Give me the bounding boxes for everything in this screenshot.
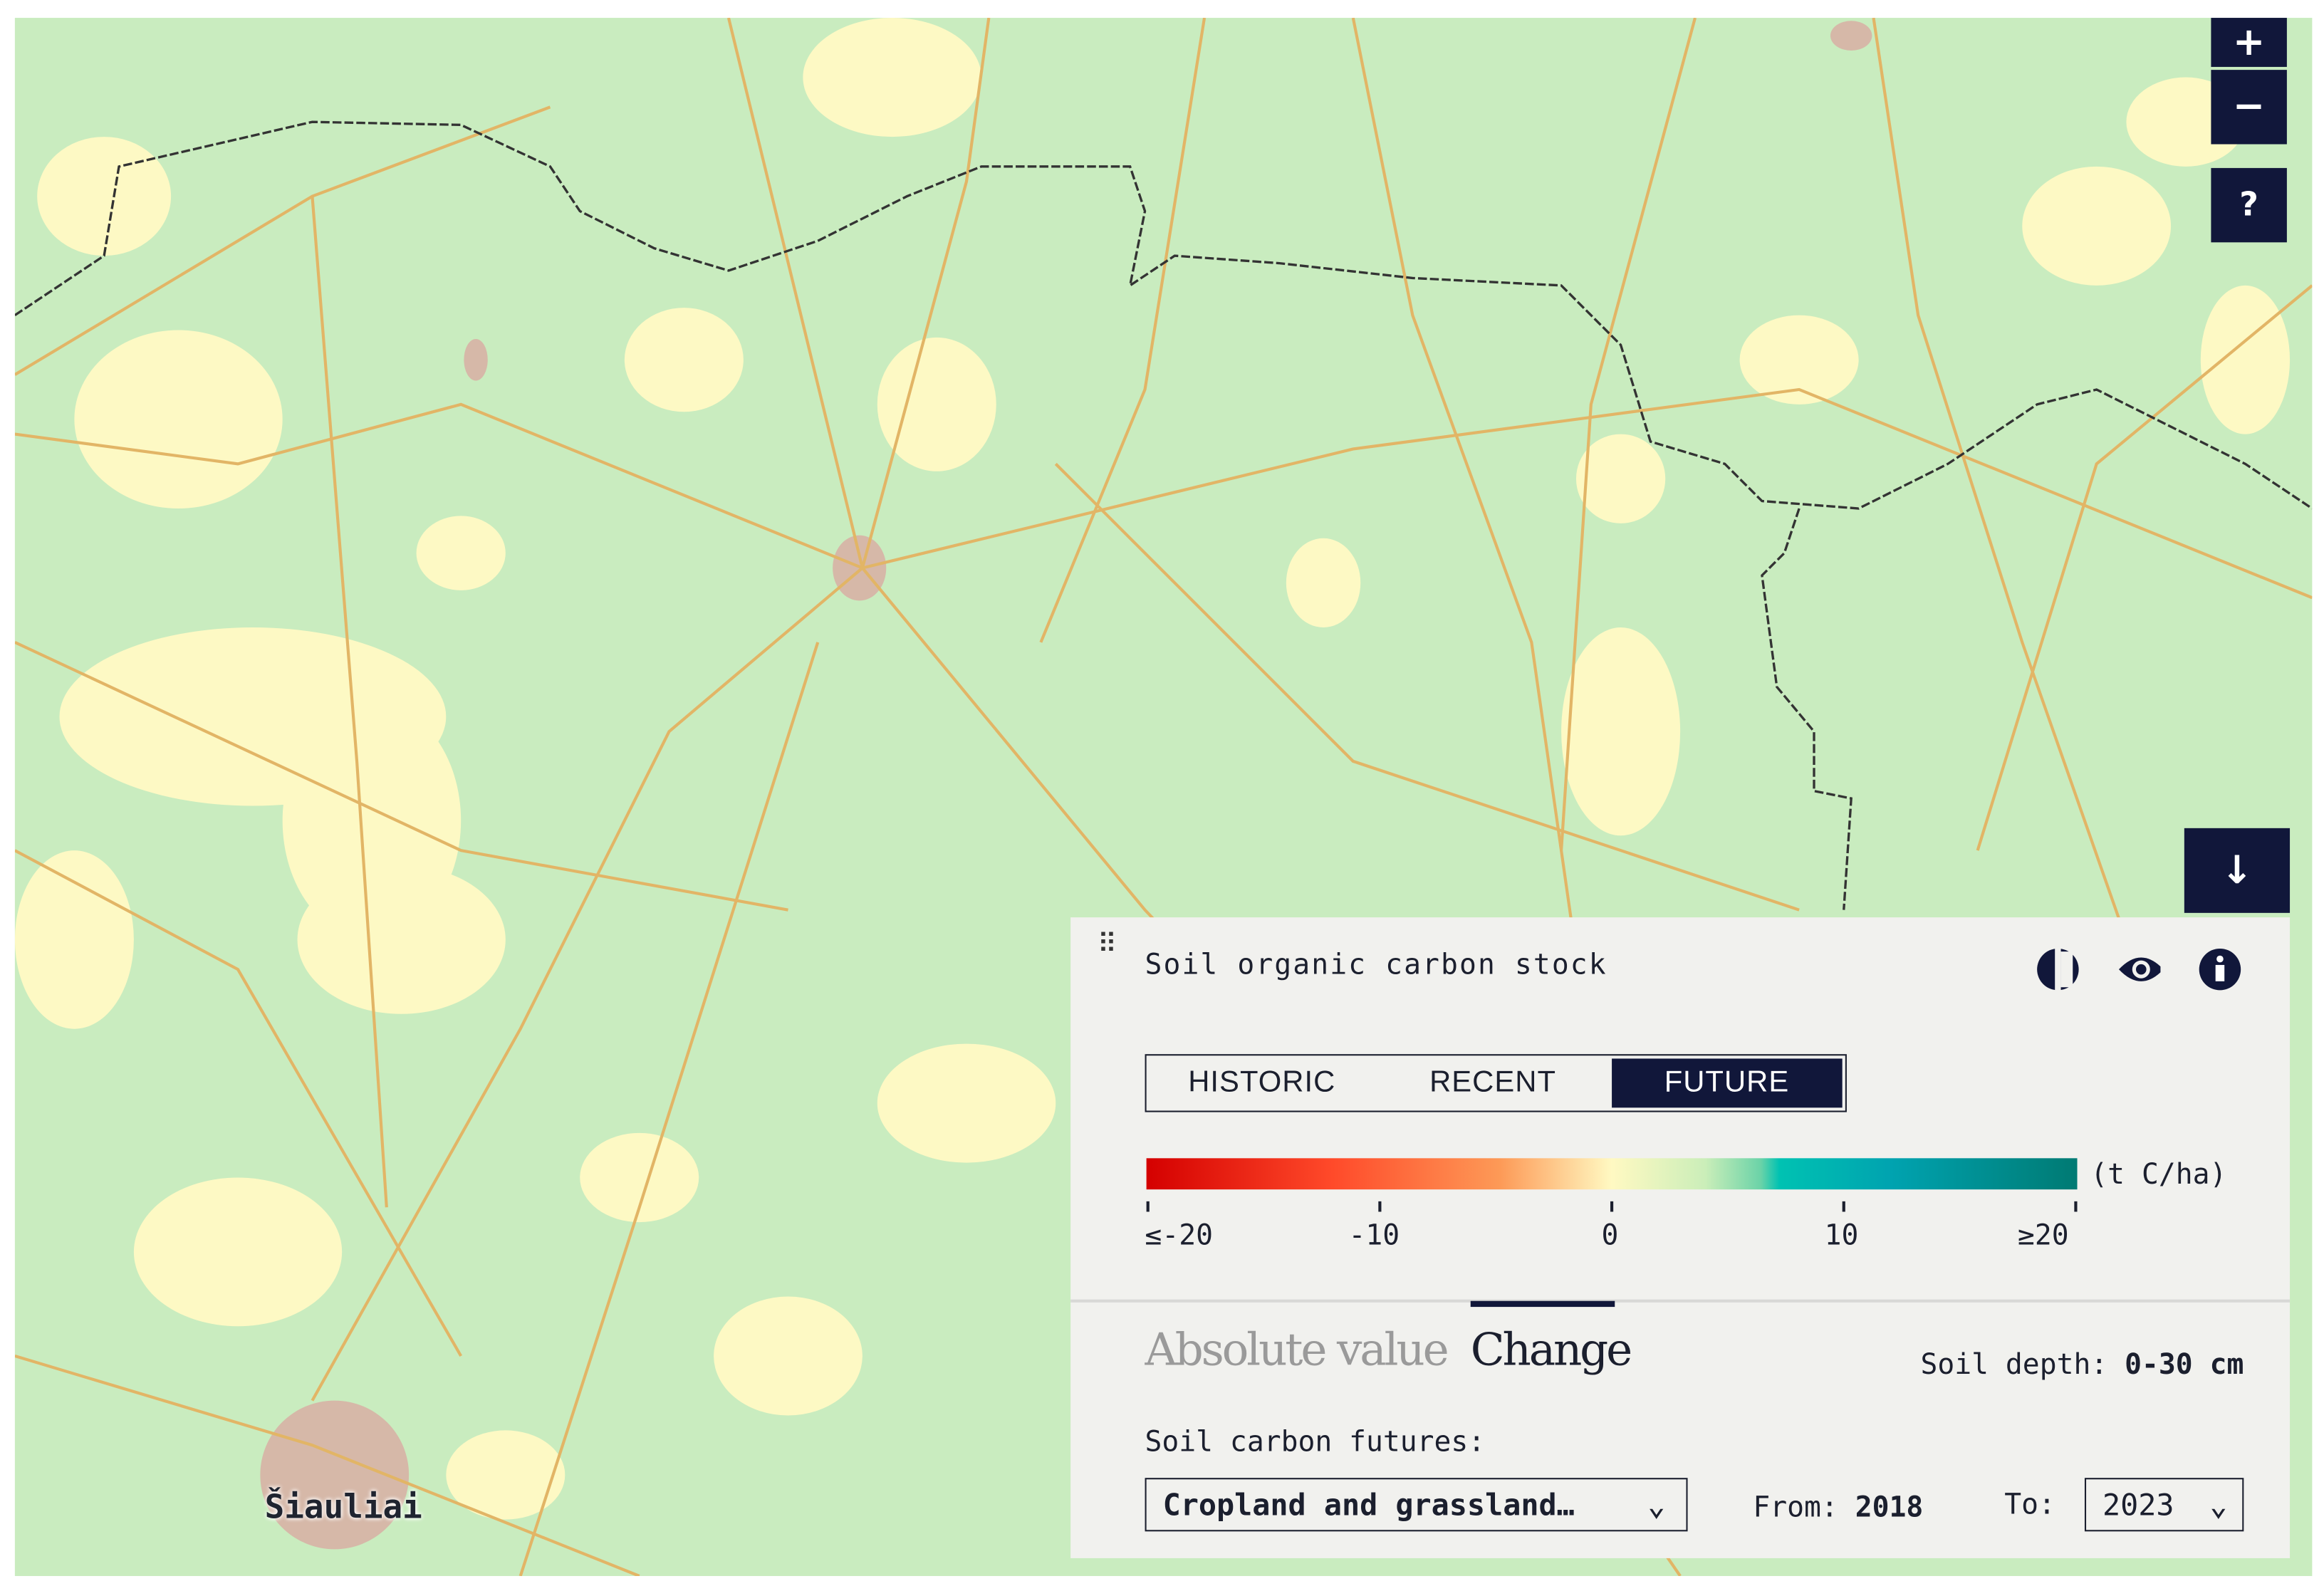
legend-tick — [2074, 1201, 2078, 1212]
city-label: Šiauliai — [264, 1489, 422, 1528]
eye-icon[interactable] — [2116, 947, 2161, 992]
to-value: 2023 — [2102, 1486, 2174, 1523]
help-button[interactable]: ? — [2211, 167, 2287, 243]
legend-tick — [1146, 1201, 1150, 1212]
futures-label: Soil carbon futures: — [1145, 1426, 1486, 1459]
to-label: To: — [2004, 1488, 2055, 1521]
active-tab-indicator — [1470, 1300, 1615, 1308]
period-toggle: HISTORIC RECENT FUTURE — [1145, 1054, 1847, 1112]
legend-tick — [1378, 1201, 1382, 1212]
collapse-panel-button[interactable]: ↓ — [2184, 828, 2291, 913]
from-field: From: 2018 — [1753, 1491, 1923, 1524]
layer-title: Soil organic carbon stock — [1145, 948, 1607, 981]
period-future[interactable]: FUTURE — [1611, 1058, 1843, 1108]
futures-value: Cropland and grassland… — [1162, 1486, 1575, 1523]
chevron-down-icon: ⌄ — [1647, 1486, 1666, 1523]
soil-depth-value: 0-30 cm — [2125, 1348, 2244, 1382]
legend-tick-label: ≥20 — [2018, 1219, 2069, 1252]
divider — [1070, 1299, 2291, 1303]
drag-handle-icon[interactable]: ⠿ — [1098, 932, 1118, 959]
futures-select[interactable]: Cropland and grassland… ⌄ — [1145, 1478, 1688, 1532]
legend-tick — [1610, 1201, 1614, 1212]
zoom-in-button[interactable]: + — [2211, 18, 2287, 67]
compare-icon[interactable] — [2036, 946, 2080, 992]
period-recent[interactable]: RECENT — [1377, 1055, 1608, 1110]
legend-tick-label: ≤-20 — [1145, 1219, 1214, 1252]
color-scale — [1146, 1158, 2078, 1190]
to-year-select[interactable]: 2023 ⌄ — [2084, 1478, 2244, 1532]
chevron-down-icon: ⌄ — [2209, 1486, 2228, 1523]
soil-depth: Soil depth: 0-30 cm — [1921, 1349, 2244, 1382]
from-label: From: — [1753, 1491, 1838, 1524]
legend-tick-label: 10 — [1824, 1219, 1859, 1252]
from-value: 2018 — [1855, 1491, 1924, 1524]
arrow-down-icon: ↓ — [2221, 848, 2253, 893]
legend-tick-label: -10 — [1348, 1219, 1400, 1252]
legend-tick — [1842, 1201, 1845, 1212]
tab-absolute-value[interactable]: Absolute value — [1145, 1325, 1449, 1377]
legend-tick-label: 0 — [1601, 1219, 1619, 1252]
layer-panel: ⠿ Soil organic carbon stock HISTORIC REC… — [1070, 917, 2291, 1558]
info-icon[interactable] — [2198, 947, 2243, 992]
period-historic[interactable]: HISTORIC — [1147, 1055, 1377, 1110]
legend-unit: (t C/ha) — [2090, 1158, 2227, 1191]
tab-change[interactable]: Change — [1471, 1325, 1632, 1377]
zoom-out-button[interactable]: − — [2211, 70, 2287, 145]
soil-depth-label: Soil depth: — [1920, 1348, 2108, 1382]
